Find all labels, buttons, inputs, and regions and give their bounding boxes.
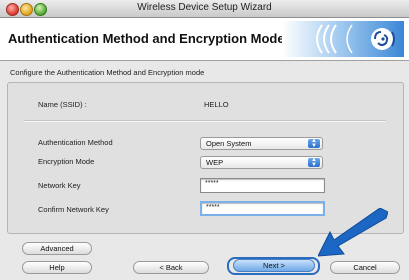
ssid-value: HELLO: [204, 100, 229, 109]
ssid-label: Name (SSID) :: [38, 100, 87, 109]
advanced-button[interactable]: Advanced: [22, 242, 92, 255]
confirm-key-label: Confirm Network Key: [38, 205, 109, 214]
auth-method-select[interactable]: Open System ▲ ▼: [200, 137, 323, 150]
title-bar[interactable]: Wireless Device Setup Wizard: [0, 0, 409, 18]
auth-method-label: Authentication Method: [38, 138, 113, 147]
select-arrows-icon: ▲ ▼: [308, 157, 320, 168]
wireless-signal-logo-icon: [282, 21, 404, 57]
next-button[interactable]: Next >: [233, 259, 315, 272]
encryption-mode-value: WEP: [206, 158, 224, 167]
confirm-key-field[interactable]: *****: [200, 201, 325, 216]
confirm-key-value: *****: [206, 204, 220, 211]
encryption-mode-select[interactable]: WEP ▲ ▼: [200, 156, 323, 169]
cancel-button[interactable]: Cancel: [330, 261, 400, 274]
setup-wizard-window: Wireless Device Setup Wizard Authenticat…: [0, 0, 409, 280]
wizard-header: Authentication Method and Encryption Mod…: [0, 18, 409, 61]
auth-method-value: Open System: [206, 139, 252, 148]
pointer-arrow-icon: [318, 208, 388, 257]
page-title: Authentication Method and Encryption Mod…: [8, 31, 285, 46]
network-key-field[interactable]: *****: [200, 178, 325, 193]
encryption-mode-label: Encryption Mode: [38, 157, 95, 166]
select-arrows-icon: ▲ ▼: [308, 138, 320, 149]
help-button[interactable]: Help: [22, 261, 92, 274]
back-button[interactable]: < Back: [133, 261, 209, 274]
network-key-value: *****: [205, 180, 219, 187]
network-key-label: Network Key: [38, 181, 81, 190]
instruction-text: Configure the Authentication Method and …: [10, 68, 205, 77]
window-title: Wireless Device Setup Wizard: [137, 2, 272, 13]
divider: [24, 120, 386, 122]
